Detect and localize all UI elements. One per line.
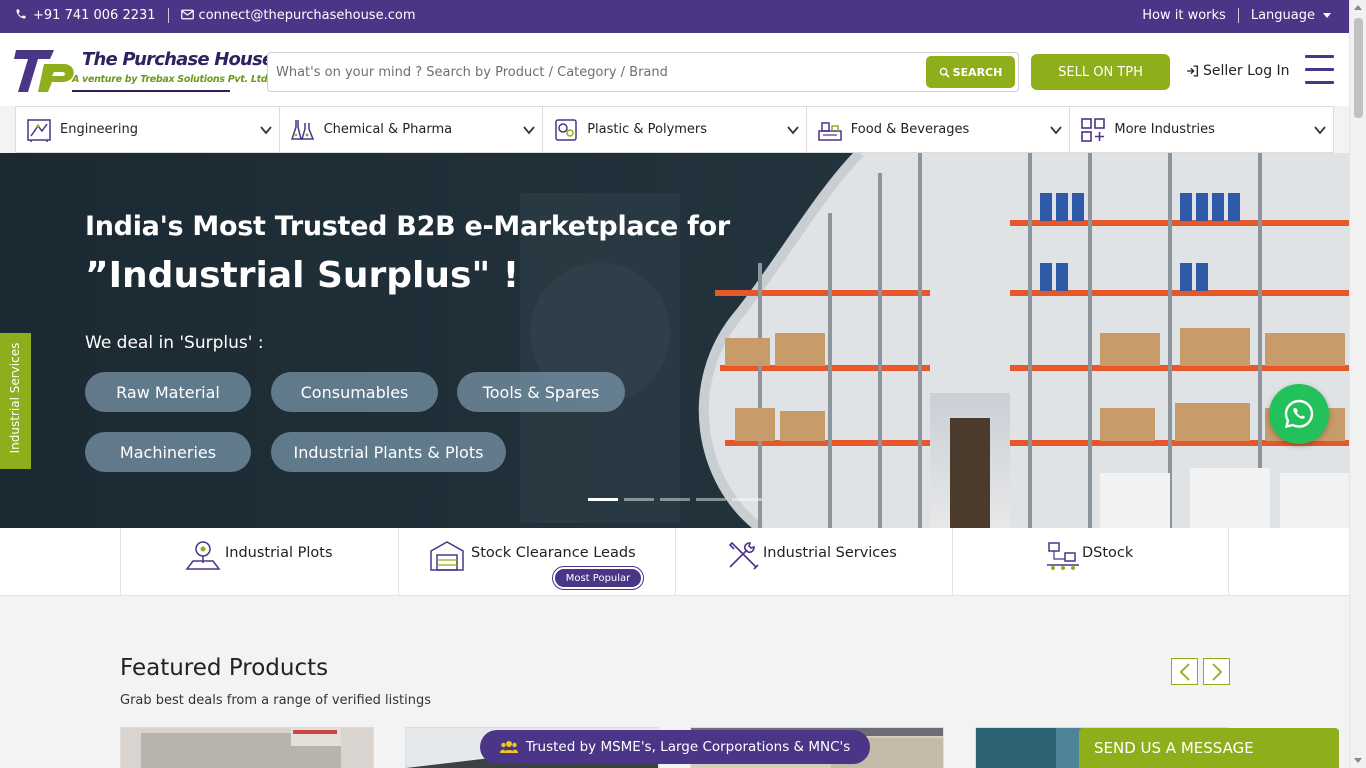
pill-machineries[interactable]: Machineries bbox=[85, 432, 251, 472]
search-button[interactable]: SEARCH bbox=[926, 56, 1015, 88]
category-engineering[interactable]: Engineering bbox=[16, 107, 280, 152]
carousel-prev-button[interactable] bbox=[1171, 658, 1198, 685]
services-strip: Industrial Plots Stock Clearance Leads M… bbox=[0, 528, 1349, 596]
service-label: Stock Clearance Leads bbox=[471, 545, 636, 561]
trusted-banner: Trusted by MSME's, Large Corporations & … bbox=[480, 730, 870, 764]
carousel-dot[interactable] bbox=[732, 498, 762, 501]
tph-logo-icon bbox=[14, 50, 74, 92]
service-label: DStock bbox=[1082, 545, 1134, 561]
side-tab-label: Industrial Services bbox=[8, 342, 22, 454]
featured-products-title: Featured Products bbox=[120, 655, 329, 681]
category-label: Engineering bbox=[60, 122, 138, 137]
conveyor-icon bbox=[1047, 542, 1079, 570]
chevron-right-icon bbox=[1211, 662, 1222, 681]
pill-tools-spares[interactable]: Tools & Spares bbox=[457, 372, 625, 412]
industrial-services-side-tab[interactable]: Industrial Services bbox=[0, 333, 31, 469]
carousel-dot[interactable] bbox=[624, 498, 654, 501]
caret-down-icon bbox=[1323, 13, 1331, 18]
sign-in-icon bbox=[1187, 65, 1199, 77]
logo-underline bbox=[72, 90, 230, 92]
send-message-button[interactable]: SEND US A MESSAGE bbox=[1079, 728, 1339, 768]
category-plastic-polymers[interactable]: Plastic & Polymers bbox=[543, 107, 807, 152]
pill-raw-material[interactable]: Raw Material bbox=[85, 372, 251, 412]
menu-icon[interactable] bbox=[1305, 55, 1334, 85]
scrollbar-thumb[interactable] bbox=[1354, 18, 1363, 118]
category-bar: Engineering Chemical & Pharma Plastic & … bbox=[15, 106, 1334, 153]
search-bar: SEARCH bbox=[267, 52, 1019, 92]
carousel-indicators bbox=[588, 498, 768, 501]
trusted-banner-text: Trusted by MSME's, Large Corporations & … bbox=[525, 739, 851, 755]
chevron-down-icon bbox=[259, 126, 272, 135]
search-input[interactable] bbox=[276, 61, 916, 83]
category-chemical-pharma[interactable]: Chemical & Pharma bbox=[280, 107, 544, 152]
email-address[interactable]: connect@thepurchasehouse.com bbox=[199, 8, 416, 23]
logo-title: The Purchase House bbox=[82, 49, 274, 70]
site-logo[interactable]: The Purchase House A venture by Trebax S… bbox=[14, 46, 274, 96]
header: The Purchase House A venture by Trebax S… bbox=[0, 33, 1349, 106]
language-dropdown[interactable]: Language bbox=[1251, 8, 1331, 23]
chevron-left-icon bbox=[1179, 662, 1190, 681]
category-label: Plastic & Polymers bbox=[587, 122, 708, 137]
service-label: Industrial Services bbox=[763, 545, 897, 561]
service-industrial-plots[interactable]: Industrial Plots bbox=[120, 528, 398, 596]
product-image bbox=[121, 728, 373, 768]
page-scrollbar[interactable] bbox=[1349, 0, 1366, 768]
service-label: Industrial Plots bbox=[225, 545, 333, 561]
chevron-down-icon bbox=[787, 126, 799, 135]
whatsapp-icon bbox=[1284, 399, 1314, 429]
seller-login-label: Seller Log In bbox=[1203, 63, 1290, 79]
top-bar: +91 741 006 2231 connect@thepurchasehous… bbox=[0, 0, 1349, 33]
carousel-next-button[interactable] bbox=[1203, 658, 1230, 685]
grid-plus-icon bbox=[1081, 117, 1106, 142]
scroll-up-arrow-icon[interactable] bbox=[1354, 5, 1362, 10]
hero-deal-label: We deal in 'Surplus' : bbox=[85, 333, 264, 353]
warehouse-icon bbox=[430, 541, 464, 571]
featured-products-subtitle: Grab best deals from a range of verified… bbox=[120, 693, 432, 708]
service-industrial-services[interactable]: Industrial Services bbox=[675, 528, 952, 596]
language-label: Language bbox=[1250, 8, 1315, 23]
carousel-dot[interactable] bbox=[660, 498, 690, 501]
category-label: Food & Beverages bbox=[850, 122, 970, 137]
whatsapp-button[interactable] bbox=[1269, 384, 1329, 444]
divider bbox=[167, 8, 169, 23]
search-button-label: SEARCH bbox=[952, 65, 1003, 79]
phone-icon bbox=[15, 8, 29, 23]
plastic-icon bbox=[555, 118, 577, 141]
hero-banner: India's Most Trusted B2B e-Marketplace f… bbox=[0, 153, 1349, 528]
seller-login-link[interactable]: Seller Log In bbox=[1186, 63, 1290, 79]
envelope-icon bbox=[180, 9, 195, 23]
category-label: More Industries bbox=[1114, 122, 1215, 137]
users-icon bbox=[499, 741, 518, 753]
category-more-industries[interactable]: More Industries bbox=[1070, 107, 1333, 152]
pill-consumables[interactable]: Consumables bbox=[271, 372, 438, 412]
service-dstock[interactable]: DStock bbox=[952, 528, 1229, 596]
category-label: Chemical & Pharma bbox=[323, 122, 453, 137]
chevron-down-icon bbox=[523, 126, 535, 135]
engineering-icon bbox=[27, 118, 51, 142]
search-icon bbox=[939, 67, 950, 78]
divider bbox=[1237, 8, 1239, 23]
hero-headline-emphasis: ”Industrial Surplus" ! bbox=[85, 255, 520, 296]
hero-headline: India's Most Trusted B2B e-Marketplace f… bbox=[85, 211, 730, 242]
carousel-dot[interactable] bbox=[696, 498, 726, 501]
phone-number[interactable]: +91 741 006 2231 bbox=[33, 8, 156, 23]
plot-icon bbox=[185, 541, 221, 570]
tools-icon bbox=[728, 541, 759, 570]
chevron-down-icon bbox=[1314, 126, 1326, 135]
logo-subtitle: A venture by Trebax Solutions Pvt. Ltd. bbox=[72, 74, 271, 85]
product-card[interactable] bbox=[120, 727, 374, 768]
chevron-down-icon bbox=[1050, 126, 1063, 135]
pill-industrial-plants-plots[interactable]: Industrial Plants & Plots bbox=[271, 432, 506, 472]
service-stock-clearance-leads[interactable]: Stock Clearance Leads Most Popular bbox=[398, 528, 675, 596]
carousel-dot[interactable] bbox=[588, 498, 618, 501]
most-popular-badge: Most Popular bbox=[553, 567, 643, 589]
chemical-icon bbox=[290, 119, 314, 140]
how-it-works-link[interactable]: How it works bbox=[1142, 8, 1226, 23]
scroll-down-arrow-icon[interactable] bbox=[1354, 758, 1362, 763]
food-icon bbox=[818, 121, 842, 141]
category-food-beverages[interactable]: Food & Beverages bbox=[807, 107, 1071, 152]
sell-on-tph-button[interactable]: SELL ON TPH bbox=[1031, 54, 1170, 90]
